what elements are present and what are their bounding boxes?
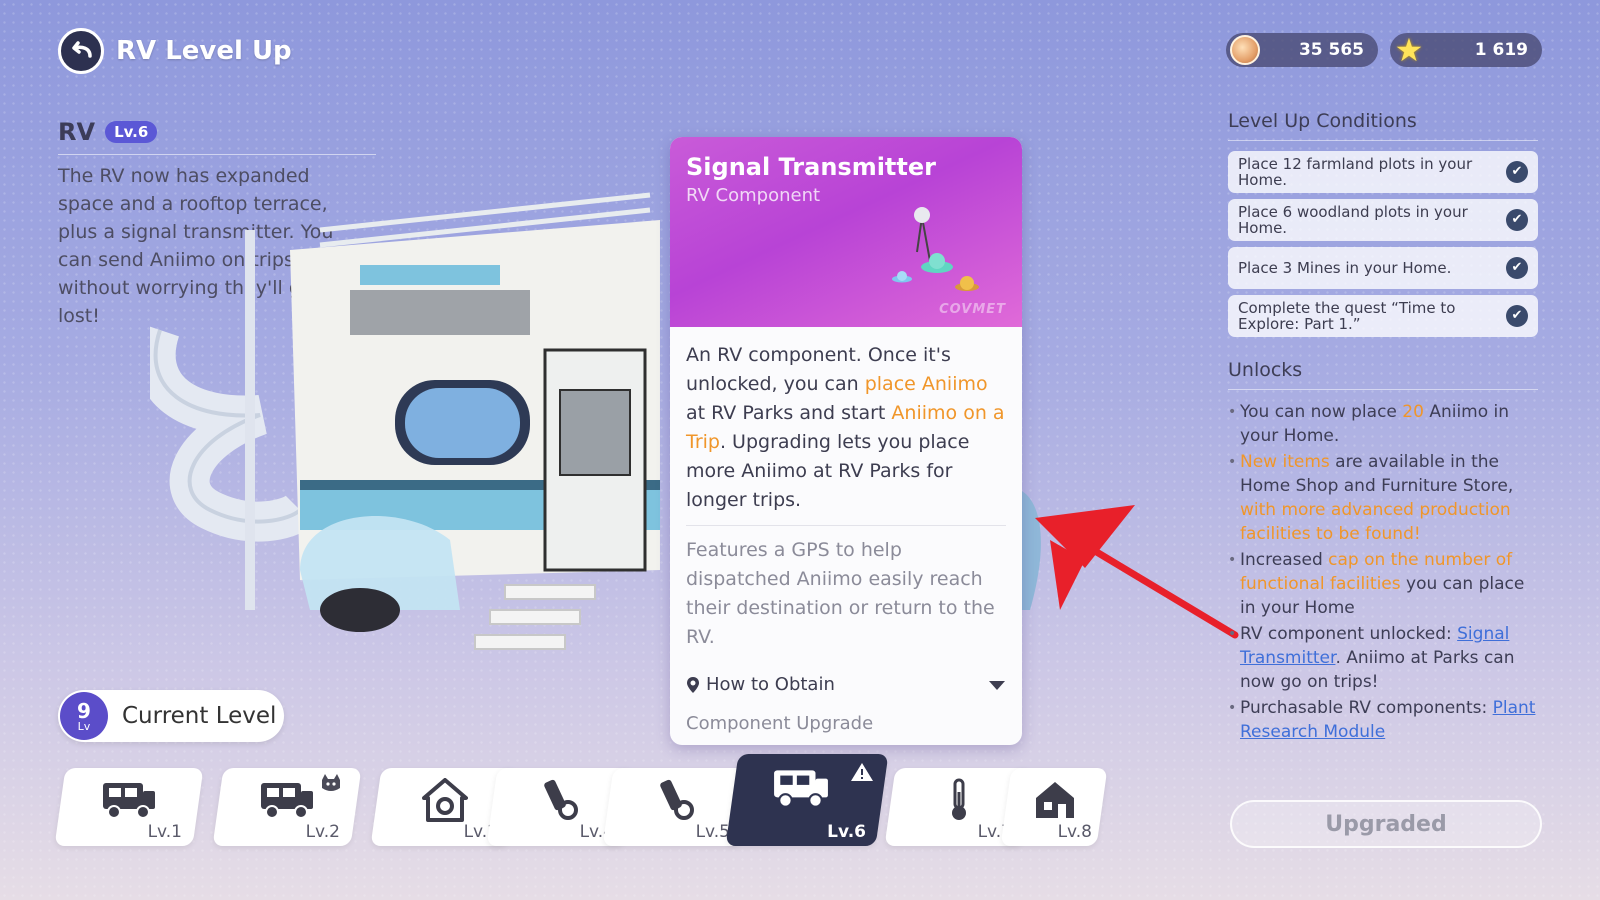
level-card-6[interactable]: Lv.6 (725, 754, 889, 846)
level-card-2[interactable]: Lv.2 (212, 768, 362, 846)
current-level-number: 9 Lv (60, 692, 108, 740)
star-amount: 1 619 (1474, 40, 1528, 60)
current-level-pill: 9 Lv Current Level (58, 690, 284, 742)
star-icon: ★ (1394, 31, 1424, 69)
component-card: Signal Transmitter RV Component COVMET A… (670, 137, 1022, 745)
chevron-down-icon (989, 680, 1005, 690)
rv-icon (772, 764, 830, 812)
upgraded-button[interactable]: Upgraded (1230, 800, 1542, 848)
rv-icon (258, 776, 316, 824)
unlock-item: Increased cap on the number of functiona… (1228, 548, 1538, 620)
back-arrow-icon (72, 41, 92, 58)
obtain-method: Component Upgrade (686, 713, 874, 734)
unlock-item: Purchasable RV components: Plant Researc… (1228, 696, 1538, 744)
level-label: Lv.6 (827, 822, 866, 842)
unlock-item: You can now place 20 Aniimo in your Home… (1228, 400, 1538, 448)
level-label: Lv.5 (695, 822, 730, 842)
how-to-obtain-toggle[interactable]: How to Obtain (686, 674, 1006, 695)
highlight-place-aniimo: place Aniimo (864, 373, 988, 395)
signal-transmitter-icon (892, 207, 979, 291)
level-card-8[interactable]: Lv.8 (1000, 768, 1108, 846)
check-icon: ✔ (1506, 161, 1528, 183)
unlock-item: New items are available in the Home Shop… (1228, 450, 1538, 546)
coin-amount: 35 565 (1298, 40, 1364, 60)
level-label: Lv.8 (1057, 822, 1092, 842)
currency-coins: 35 565 (1226, 33, 1378, 67)
creature-badge-icon (322, 774, 340, 791)
coin-icon (1228, 33, 1262, 67)
level-card-1[interactable]: Lv.1 (54, 768, 204, 846)
condition-item: Complete the quest “Time to Explore: Par… (1228, 295, 1538, 337)
card-flavor-text: Features a GPS to help dispatched Aniimo… (686, 539, 995, 648)
currency-stars: ★ 1 619 (1390, 33, 1542, 67)
check-icon: ✔ (1506, 257, 1528, 279)
page-title: RV Level Up (116, 36, 292, 66)
rv-icon (100, 776, 158, 824)
rv-heading: RV Lv.6 (58, 118, 376, 155)
card-title: Signal Transmitter (686, 153, 936, 181)
card-brand: COVMET (939, 302, 1006, 317)
home-gear-icon (416, 776, 474, 824)
header: RV Level Up (58, 28, 292, 74)
red-arrow-annotation (1035, 505, 1239, 639)
unlocks-list: You can now place 20 Aniimo in your Home… (1228, 400, 1538, 744)
rv-level-badge: Lv.6 (105, 121, 158, 143)
bolt-icon (648, 776, 706, 824)
level-selector: Lv.1 Lv.2 Lv.3 Lv.4 Lv.5 Lv.6 Lv.7 Lv.8 (54, 754, 1108, 850)
condition-item: Place 12 farmland plots in your Home. ✔ (1228, 151, 1538, 193)
slide-graphic (150, 230, 315, 610)
house-icon (1026, 776, 1084, 824)
card-header: Signal Transmitter RV Component COVMET (670, 137, 1022, 327)
warning-icon (851, 763, 873, 781)
check-icon: ✔ (1506, 209, 1528, 231)
bolt-icon (532, 776, 590, 824)
back-button[interactable] (58, 28, 104, 74)
right-panel: Level Up Conditions Place 12 farmland pl… (1228, 110, 1538, 746)
thermometer-icon (930, 776, 988, 824)
condition-item: Place 3 Mines in your Home. ✔ (1228, 247, 1538, 289)
unlocks-title: Unlocks (1228, 359, 1538, 390)
check-icon: ✔ (1506, 305, 1528, 327)
how-to-obtain-label: How to Obtain (706, 674, 835, 695)
condition-item: Place 6 woodland plots in your Home. ✔ (1228, 199, 1538, 241)
current-level-label: Current Level (122, 703, 277, 729)
level-label: Lv.1 (147, 822, 182, 842)
location-pin-icon (687, 676, 699, 693)
conditions-title: Level Up Conditions (1228, 110, 1538, 141)
level-label: Lv.2 (305, 822, 340, 842)
rv-name: RV (58, 118, 96, 146)
unlock-item: RV component unlocked: Signal Transmitte… (1228, 622, 1538, 694)
card-description: An RV component. Once it's unlocked, you… (686, 341, 1006, 526)
